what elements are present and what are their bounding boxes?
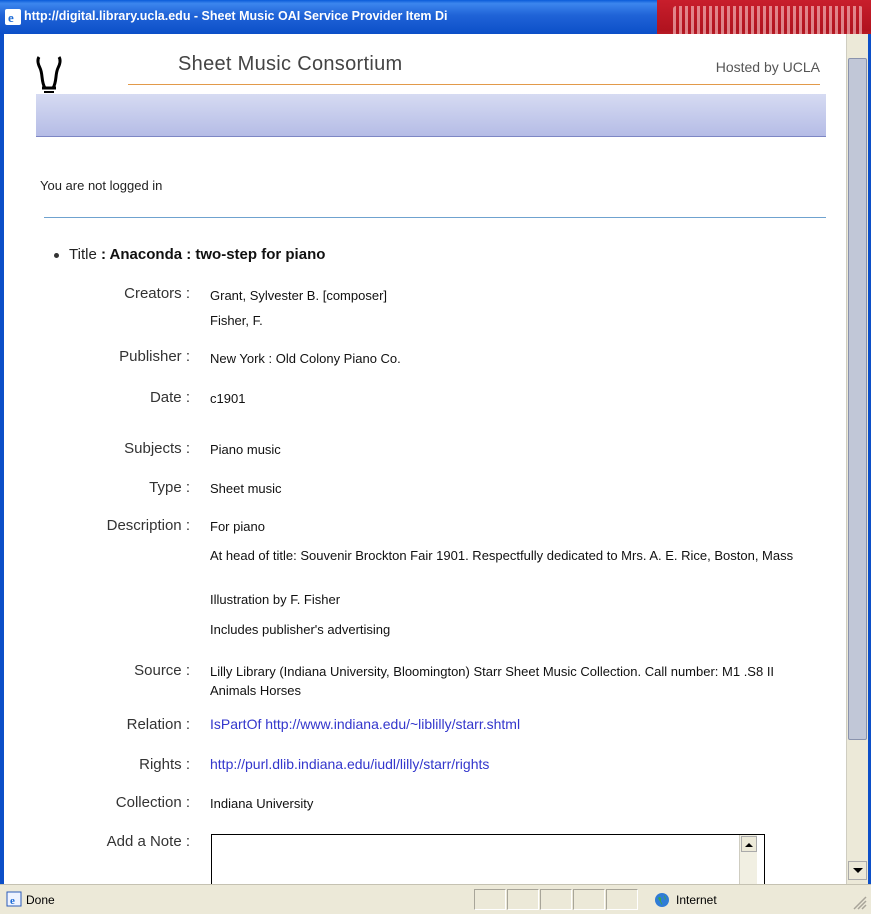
publisher-value: New York : Old Colony Piano Co. [210, 351, 401, 366]
scroll-down-button[interactable] [848, 861, 867, 880]
collection-label: Collection : [115, 794, 190, 811]
creators-label: Creators : [124, 285, 190, 302]
title-label: Title [69, 246, 97, 263]
lyre-logo-icon [36, 56, 62, 93]
relation-link[interactable]: IsPartOf http://www.indiana.edu/~liblill… [210, 715, 810, 734]
resize-grip-icon[interactable] [853, 896, 867, 910]
page-content: Sheet Music Consortium Hosted by UCLA Yo… [4, 34, 846, 884]
description-value-2: At head of title: Souvenir Brockton Fair… [210, 548, 794, 563]
note-scroll-up-button[interactable] [741, 836, 757, 852]
rights-label: Rights : [139, 756, 190, 773]
subjects-label: Subjects : [124, 440, 190, 457]
description-value-1: For piano [210, 519, 265, 534]
scrollbar-thumb[interactable] [848, 58, 867, 740]
login-status: You are not logged in [40, 178, 163, 193]
item-title-row: Title : Anaconda : two-step for piano [50, 246, 325, 263]
page-done-icon: e [6, 891, 22, 907]
svg-text:e: e [8, 10, 14, 25]
date-label: Date : [149, 389, 190, 406]
add-note-label: Add a Note : [106, 833, 190, 850]
description-label: Description : [106, 517, 190, 534]
internet-globe-icon [655, 893, 669, 907]
collection-value: Indiana University [210, 796, 314, 811]
status-bar: e Done Internet [0, 884, 871, 914]
date-value: c1901 [210, 391, 246, 406]
status-panels [474, 889, 648, 910]
internet-explorer-icon: e [5, 9, 21, 25]
nav-band [36, 94, 826, 137]
source-value: Lilly Library (Indiana University, Bloom… [210, 664, 775, 698]
up-arrow-icon [745, 843, 753, 847]
subjects-value: Piano music [210, 442, 281, 457]
bullet-icon [54, 252, 59, 258]
title-value: : Anaconda : two-step for piano [100, 246, 326, 263]
relation-label: Relation : [126, 716, 190, 733]
creators-value-1: Grant, Sylvester B. [composer] [210, 288, 388, 303]
hosted-by-text: Hosted by UCLA [715, 59, 820, 75]
status-text: Done [26, 893, 55, 907]
down-arrow-icon [853, 868, 863, 873]
creators-value-2: Fisher, F. [210, 313, 263, 328]
section-divider [44, 217, 826, 218]
rights-link[interactable]: http://purl.dlib.indiana.edu/iudl/lilly/… [210, 755, 810, 774]
publisher-label: Publisher : [119, 348, 190, 365]
type-label: Type : [149, 479, 190, 496]
vertical-scrollbar[interactable] [846, 34, 868, 884]
security-zone-text: Internet [676, 893, 717, 907]
type-value: Sheet music [210, 481, 282, 496]
note-textarea[interactable] [211, 834, 765, 884]
description-value-4: Includes publisher's advertising [210, 622, 391, 637]
svg-text:e: e [10, 895, 15, 907]
source-label: Source : [134, 662, 190, 679]
description-value-3: Illustration by F. Fisher [210, 592, 341, 607]
window-title: http://digital.library.ucla.edu - Sheet … [24, 9, 448, 23]
header-divider [128, 84, 820, 85]
site-title: Sheet Music Consortium [178, 53, 403, 75]
note-scrollbar[interactable] [739, 835, 757, 884]
